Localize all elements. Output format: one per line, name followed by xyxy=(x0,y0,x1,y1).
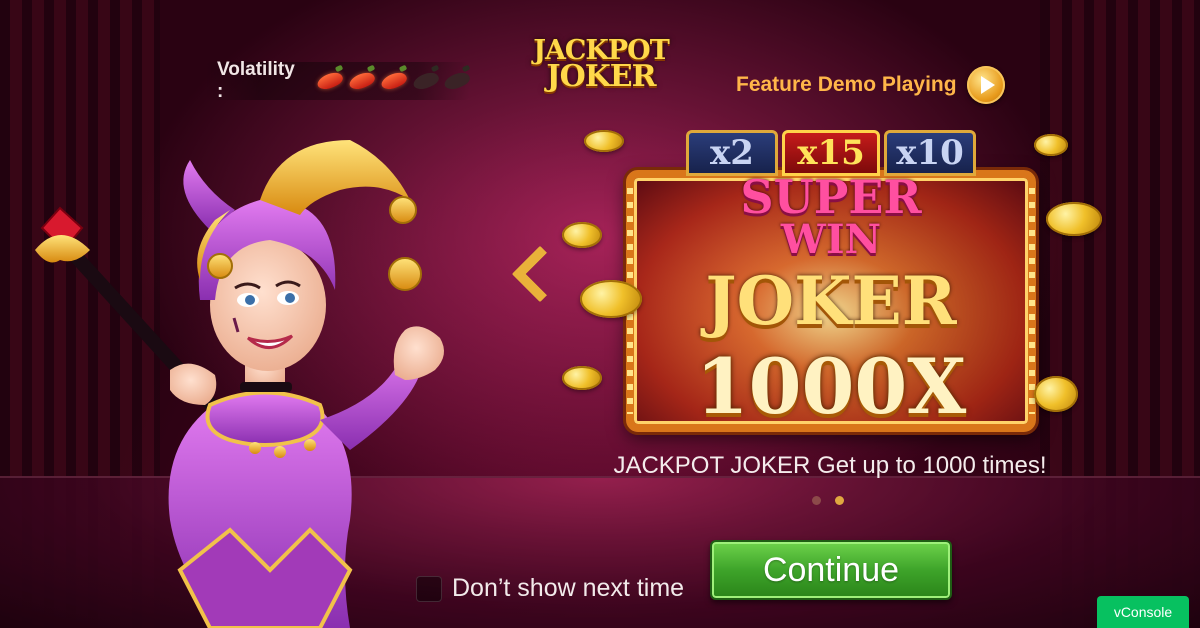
carousel-prev-arrow[interactable] xyxy=(514,240,544,310)
logo-line-2: JOKER xyxy=(546,59,656,94)
jester-character-illustration xyxy=(35,140,444,628)
chili-icon xyxy=(315,69,345,93)
coin-icon xyxy=(580,280,642,318)
game-logo: JACKPOT JOKER xyxy=(528,37,674,94)
chili-icon xyxy=(410,69,441,93)
coin-icon xyxy=(1034,134,1068,156)
dont-show-again-toggle[interactable]: Don’t show next time xyxy=(416,574,684,603)
slide-title-joker: JOKER xyxy=(705,262,957,340)
carousel-dot-active[interactable] xyxy=(835,496,844,505)
chili-icon xyxy=(379,69,409,93)
feature-demo-label: Feature Demo Playing xyxy=(736,73,957,96)
coin-icon xyxy=(1046,202,1102,236)
chili-icon xyxy=(347,69,377,93)
vconsole-button[interactable]: vConsole xyxy=(1097,596,1189,628)
carousel-dot[interactable] xyxy=(812,496,821,505)
volatility-meter: Volatility : xyxy=(205,59,472,102)
coin-icon xyxy=(1034,376,1078,412)
slide-caption: JACKPOT JOKER Get up to 1000 times! xyxy=(613,452,1047,479)
coin-icon xyxy=(562,222,602,248)
feature-demo-button[interactable]: Feature Demo Playing xyxy=(736,66,1005,104)
coin-icon xyxy=(584,130,624,152)
dont-show-label: Don’t show next time xyxy=(452,574,685,602)
play-icon[interactable] xyxy=(966,66,1005,104)
slide-title-multiplier: 1000X xyxy=(695,342,967,431)
coin-icon xyxy=(562,366,602,390)
carousel-dots xyxy=(812,496,844,505)
chili-icon xyxy=(442,69,472,93)
volatility-label: Volatility : xyxy=(217,59,295,102)
slide-title-win: WIN xyxy=(780,216,882,263)
dont-show-checkbox[interactable] xyxy=(416,575,442,602)
continue-button[interactable]: Continue xyxy=(710,540,952,600)
